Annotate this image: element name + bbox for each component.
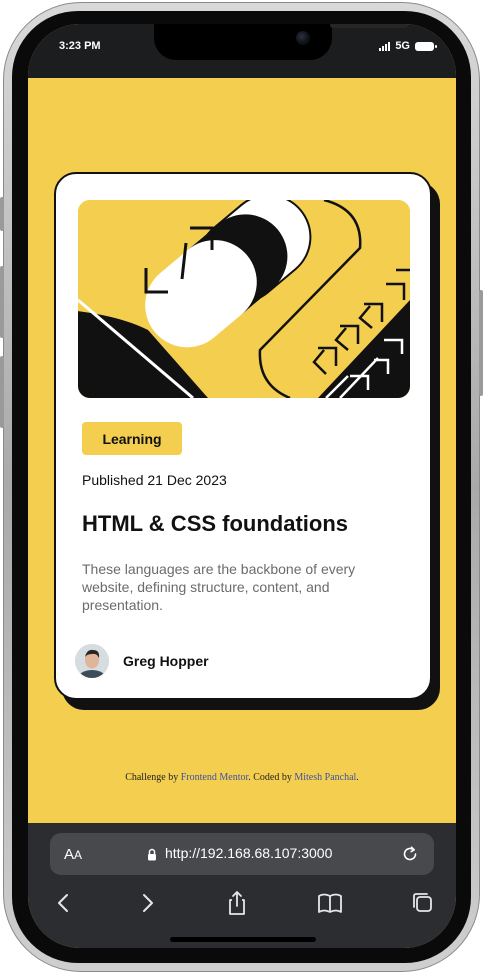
attribution-prefix: Challenge by — [125, 772, 181, 783]
aa-label-small: A — [74, 848, 83, 862]
bookmarks-icon[interactable] — [316, 889, 344, 917]
card-illustration — [78, 200, 410, 398]
reload-icon[interactable] — [400, 844, 420, 864]
card-title[interactable]: HTML & CSS foundations — [82, 511, 348, 537]
home-indicator — [170, 937, 316, 942]
frontend-mentor-link[interactable]: Frontend Mentor — [181, 772, 249, 783]
power-button — [479, 290, 483, 396]
volume-down-button — [0, 356, 4, 428]
volume-up-button — [0, 266, 4, 338]
action-button — [0, 197, 4, 231]
attribution-suffix: . — [356, 772, 359, 783]
speaker-grille — [330, 24, 408, 28]
aa-label-big: A — [64, 846, 75, 863]
dynamic-island — [154, 24, 408, 60]
forward-icon[interactable] — [133, 889, 161, 917]
signal-icon — [379, 41, 391, 51]
category-tag: Learning — [82, 422, 182, 455]
back-icon[interactable] — [50, 889, 78, 917]
network-type: 5G — [395, 40, 410, 52]
front-camera — [296, 31, 310, 45]
url-text[interactable]: http://192.168.68.107:3000 — [165, 845, 332, 861]
share-icon[interactable] — [223, 889, 251, 917]
avatar — [75, 644, 109, 678]
address-bar[interactable]: AA http://192.168.68.107:3000 — [50, 833, 434, 875]
tabs-icon[interactable] — [408, 889, 436, 917]
battery-icon — [415, 41, 437, 51]
lock-icon — [148, 848, 156, 861]
browser-toolbar: AA http://192.168.68.107:3000 — [28, 823, 456, 948]
screen: 3:23 PM 5G Learning Published 21 Dec 202… — [28, 24, 456, 948]
blog-preview-card[interactable]: Learning Published 21 Dec 2023 HTML & CS… — [54, 172, 432, 700]
author: Greg Hopper — [75, 644, 209, 678]
status-indicators: 5G — [379, 40, 437, 52]
author-link[interactable]: Mitesh Panchal — [294, 772, 356, 783]
author-name: Greg Hopper — [123, 653, 209, 669]
card-description: These languages are the backbone of ever… — [82, 561, 356, 613]
published-date: Published 21 Dec 2023 — [82, 472, 227, 488]
page-content: Learning Published 21 Dec 2023 HTML & CS… — [28, 78, 456, 823]
browser-nav — [28, 885, 456, 921]
status-time: 3:23 PM — [59, 40, 101, 52]
reader-options-button[interactable]: AA — [64, 846, 82, 863]
attribution-middle: . Coded by — [248, 772, 295, 783]
attribution: Challenge by Frontend Mentor. Coded by M… — [28, 772, 456, 783]
